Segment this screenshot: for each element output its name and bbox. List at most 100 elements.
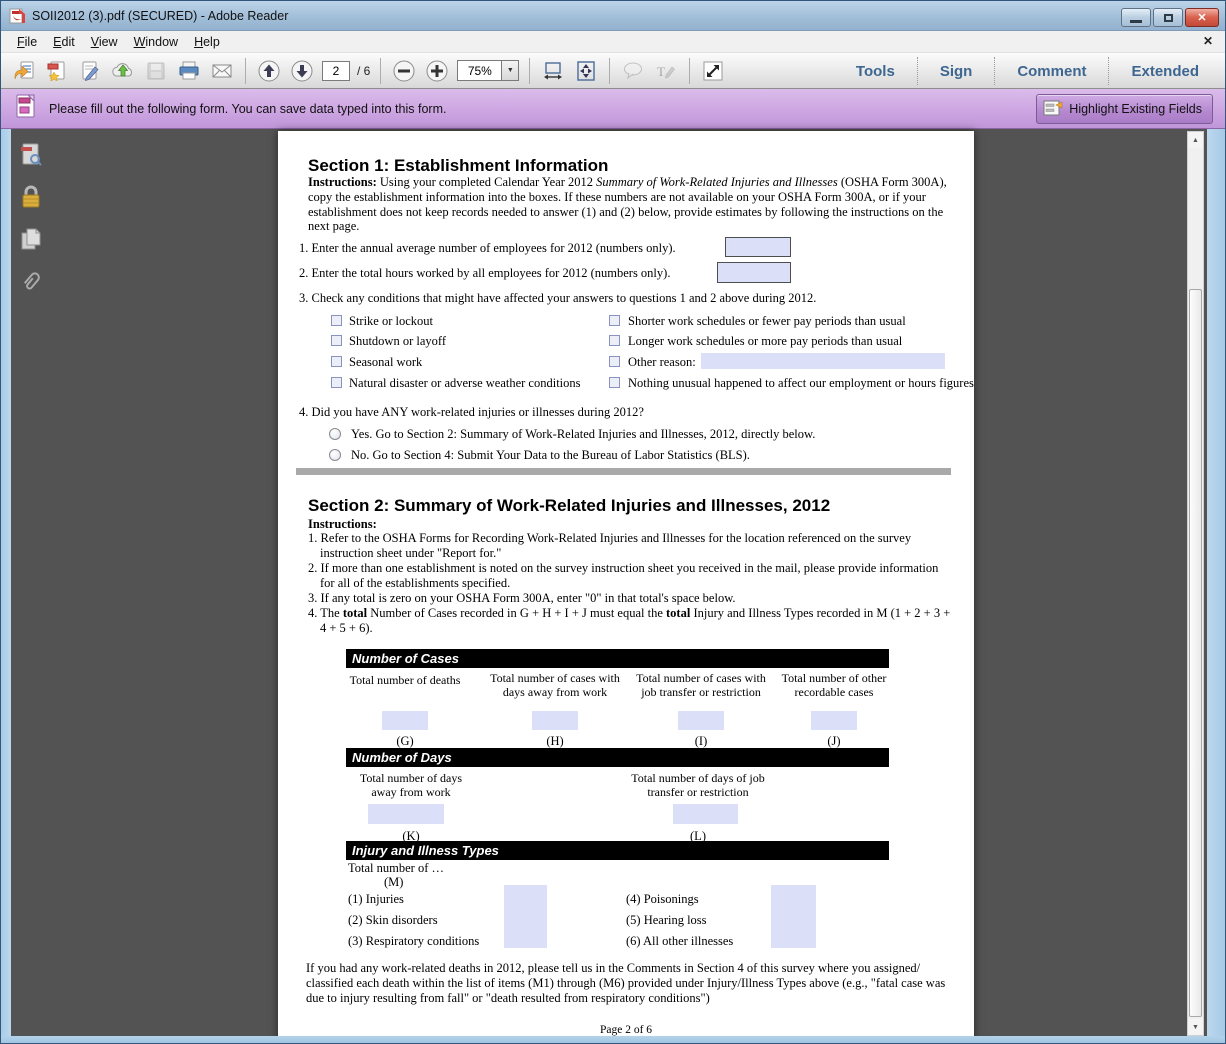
menu-help[interactable]: Help [186, 33, 228, 51]
injury-illness-types-header: Injury and Illness Types [346, 841, 889, 860]
fit-page-button[interactable] [573, 57, 599, 85]
number-of-cases-header: Number of Cases [346, 649, 889, 668]
scrollbar-thumb[interactable] [1189, 289, 1202, 1017]
cloud-upload-button[interactable] [110, 57, 136, 85]
question4-label: 4. Did you have ANY work-related injurie… [299, 405, 644, 420]
job-transfer-cases-field[interactable] [678, 711, 724, 730]
form-message-text: Please fill out the following form. You … [49, 102, 446, 116]
days-away-total-field[interactable] [368, 804, 444, 824]
export-pdf-icon[interactable] [18, 142, 44, 168]
close-button[interactable]: ✕ [1185, 8, 1219, 27]
number-of-days-header: Number of Days [346, 748, 889, 767]
scroll-mode-button[interactable] [540, 57, 566, 85]
scroll-down-button[interactable]: ▼ [1188, 1019, 1203, 1035]
deaths-total-field[interactable] [382, 711, 428, 730]
other-reason-field[interactable] [701, 353, 945, 369]
section2-instructions-label: Instructions: [308, 517, 377, 532]
zoom-in-button[interactable] [424, 57, 450, 85]
section-divider [296, 468, 951, 475]
toolbar-separator [609, 58, 610, 84]
hours-worked-field[interactable] [717, 262, 791, 283]
nothing-unusual-label: Nothing unusual happened to affect our e… [628, 376, 974, 391]
zoom-dropdown-icon[interactable]: ▼ [502, 60, 519, 81]
respiratory-item-label: (3) Respiratory conditions [348, 934, 479, 949]
close-document-icon[interactable]: ✕ [1203, 34, 1213, 48]
previous-page-button[interactable] [256, 57, 282, 85]
open-file-button[interactable] [11, 57, 37, 85]
injuries-count-field[interactable] [504, 885, 547, 906]
comment-button [620, 57, 646, 85]
next-page-button[interactable] [289, 57, 315, 85]
form-message-bar: Please fill out the following form. You … [1, 89, 1226, 129]
longer-schedules-checkbox[interactable] [609, 335, 620, 346]
edit-text-button: T [653, 57, 679, 85]
other-illnesses-count-field[interactable] [771, 927, 816, 948]
seasonal-work-label: Seasonal work [349, 355, 422, 370]
restore-button[interactable] [1153, 8, 1183, 27]
menu-bar: File Edit View Window Help ✕ [1, 31, 1226, 53]
shorter-schedules-checkbox[interactable] [609, 315, 620, 326]
vertical-scrollbar[interactable]: ▲ ▼ [1187, 131, 1204, 1036]
attachments-icon[interactable] [18, 269, 44, 295]
question3-label: 3. Check any conditions that might have … [299, 291, 816, 306]
minimize-button[interactable] [1121, 8, 1151, 27]
restore-icon [1164, 14, 1173, 22]
menu-view[interactable]: View [83, 33, 126, 51]
window-frame-right [1207, 129, 1226, 1044]
sign-document-button[interactable] [77, 57, 103, 85]
section2-instruction-2: 2. If more than one establishment is not… [308, 561, 952, 591]
injuries-yes-radio[interactable] [329, 428, 341, 440]
toolbar-separator [689, 58, 690, 84]
tab-extended[interactable]: Extended [1109, 63, 1221, 80]
other-illnesses-item-label: (6) All other illnesses [626, 934, 733, 949]
email-button[interactable] [209, 57, 235, 85]
pdf-page: Section 1: Establishment Information Ins… [278, 131, 974, 1044]
types-total-label: Total number of … [348, 861, 444, 876]
respiratory-count-field[interactable] [504, 927, 547, 948]
highlight-fields-button[interactable]: Highlight Existing Fields [1036, 94, 1213, 124]
menu-window[interactable]: Window [126, 33, 186, 51]
employees-count-field[interactable] [725, 237, 791, 257]
shutdown-layoff-checkbox[interactable] [331, 335, 342, 346]
section2-instruction-4: 4. The total Number of Cases recorded in… [308, 606, 952, 636]
scroll-up-button[interactable]: ▲ [1188, 132, 1203, 148]
nothing-unusual-checkbox[interactable] [609, 377, 620, 388]
section1-instructions: Instructions: Using your completed Calen… [308, 175, 952, 234]
days-transfer-total-field[interactable] [673, 804, 738, 824]
pages-icon[interactable] [18, 227, 44, 253]
navigation-pane [11, 129, 49, 1036]
tab-sign[interactable]: Sign [918, 63, 995, 80]
poisonings-count-field[interactable] [771, 885, 816, 906]
skin-disorders-count-field[interactable] [504, 906, 547, 927]
days-away-cases-column-header: Total number of cases with days away fro… [485, 671, 625, 699]
menu-file[interactable]: File [9, 33, 45, 51]
tab-comment[interactable]: Comment [995, 63, 1108, 80]
other-reason-checkbox[interactable] [609, 356, 620, 367]
deaths-column-header: Total number of deaths [346, 673, 464, 687]
create-pdf-button[interactable] [44, 57, 70, 85]
code-H: (H) [485, 734, 625, 749]
natural-disaster-checkbox[interactable] [331, 377, 342, 388]
menu-edit[interactable]: Edit [45, 33, 83, 51]
injuries-no-radio[interactable] [329, 449, 341, 461]
hearing-loss-count-field[interactable] [771, 906, 816, 927]
zoom-out-button[interactable] [391, 57, 417, 85]
zoom-level-select[interactable]: 75% ▼ [457, 60, 519, 81]
days-transfer-column-header: Total number of days of job transfer or … [618, 771, 778, 799]
seasonal-work-checkbox[interactable] [331, 356, 342, 367]
document-area: Section 1: Establishment Information Ins… [1, 129, 1226, 1044]
security-lock-icon[interactable] [18, 184, 44, 210]
window-title: SOII2012 (3).pdf (SECURED) - Adobe Reade… [32, 9, 288, 23]
shutdown-layoff-label: Shutdown or layoff [349, 334, 446, 349]
other-recordable-field[interactable] [811, 711, 857, 730]
injuries-item-label: (1) Injuries [348, 892, 404, 907]
tab-tools[interactable]: Tools [834, 63, 917, 80]
page-number-input[interactable] [322, 61, 350, 81]
strike-lockout-checkbox[interactable] [331, 315, 342, 326]
job-transfer-cases-column-header: Total number of cases with job transfer … [631, 671, 771, 699]
window-frame-bottom [1, 1036, 1226, 1044]
days-away-cases-field[interactable] [532, 711, 578, 730]
shorter-schedules-label: Shorter work schedules or fewer pay peri… [628, 314, 906, 329]
print-button[interactable] [176, 57, 202, 85]
fullscreen-button[interactable] [700, 57, 726, 85]
